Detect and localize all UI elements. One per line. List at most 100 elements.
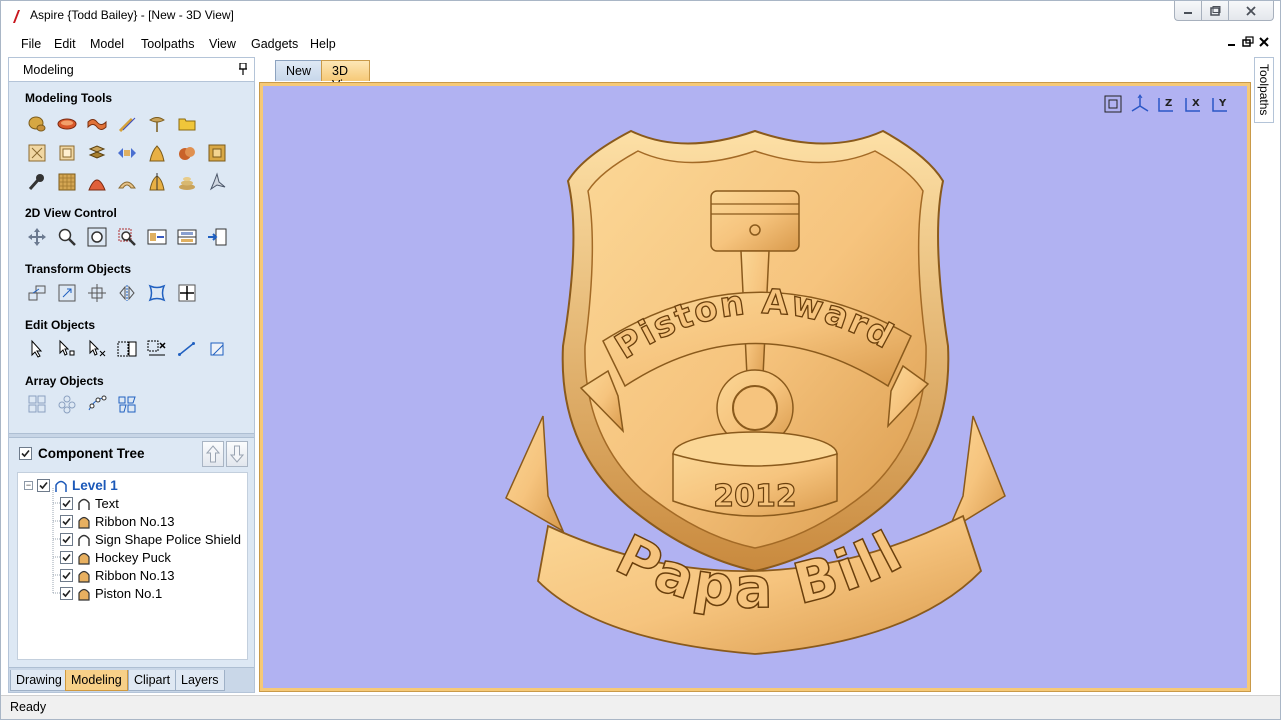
- view-split-tool[interactable]: [146, 226, 168, 248]
- minimize-icon: [1184, 11, 1192, 14]
- pan-tool[interactable]: [26, 226, 48, 248]
- transform-mode-tool[interactable]: [86, 338, 108, 360]
- tree-item[interactable]: Piston No.1: [60, 586, 162, 601]
- mdi-minimize-icon[interactable]: [1226, 36, 1238, 48]
- tree-item[interactable]: Ribbon No.13: [60, 514, 175, 529]
- scale-height-tool[interactable]: [146, 171, 168, 193]
- menu-edit[interactable]: Edit: [54, 37, 76, 51]
- sculpt-tool[interactable]: [26, 171, 48, 193]
- move-down-button[interactable]: [226, 441, 248, 467]
- mdi-close-icon[interactable]: [1258, 36, 1270, 48]
- fade-tool[interactable]: [146, 142, 168, 164]
- menu-view[interactable]: View: [209, 37, 236, 51]
- interactive-select-tool[interactable]: [116, 338, 138, 360]
- zero-plane-tool[interactable]: [56, 142, 78, 164]
- tilt-tool[interactable]: [176, 142, 198, 164]
- tree-level-row[interactable]: − Level 1: [24, 478, 118, 493]
- zoom-tool[interactable]: [56, 226, 78, 248]
- item-checkbox[interactable]: [60, 515, 73, 528]
- node-edit-tool[interactable]: [56, 338, 78, 360]
- select-tool[interactable]: [26, 338, 48, 360]
- item-checkbox[interactable]: [60, 497, 73, 510]
- tree-item[interactable]: Hockey Puck: [60, 550, 171, 565]
- 3d-view[interactable]: Z X Y Piston Award 2012 Papa Bill: [263, 86, 1247, 688]
- texture-area-tool[interactable]: [56, 171, 78, 193]
- tree-item[interactable]: Ribbon No.13: [60, 568, 175, 583]
- menu-gadgets[interactable]: Gadgets: [251, 37, 298, 51]
- view-sync-tool[interactable]: [206, 226, 228, 248]
- distort-objects-tool[interactable]: [146, 282, 168, 304]
- delete-tool[interactable]: [146, 338, 168, 360]
- menu-model[interactable]: Model: [90, 37, 124, 51]
- item-checkbox[interactable]: [60, 587, 73, 600]
- grid-copy-icon: [28, 395, 46, 413]
- component-outline-icon: [78, 534, 90, 546]
- zoom-to-fit-2d-tool[interactable]: [86, 226, 108, 248]
- component-texture-tool[interactable]: [26, 142, 48, 164]
- component-tree-checkbox[interactable]: [19, 447, 32, 460]
- tile-view-icon: [177, 229, 197, 245]
- two-rail-sweep-tool[interactable]: [86, 113, 108, 135]
- distort-tool[interactable]: [86, 142, 108, 164]
- create-dome-tool[interactable]: [116, 171, 138, 193]
- mirror-objects-tool[interactable]: [116, 282, 138, 304]
- nesting-tool[interactable]: [116, 393, 138, 415]
- tab-clipart[interactable]: Clipart: [128, 670, 177, 691]
- item-checkbox[interactable]: [60, 569, 73, 582]
- copy-along-vectors-tool[interactable]: [86, 393, 108, 415]
- smooth-tool[interactable]: [206, 171, 228, 193]
- component-filled-icon: [78, 588, 90, 601]
- offset-tool[interactable]: [206, 338, 228, 360]
- tree-item[interactable]: Text: [60, 496, 119, 511]
- arrow-up-icon: [206, 445, 220, 463]
- import-component-tool[interactable]: [146, 113, 168, 135]
- align-icon: [88, 284, 106, 302]
- set-size-tool[interactable]: [176, 282, 198, 304]
- maximize-button[interactable]: [1201, 1, 1228, 21]
- tab-modeling[interactable]: Modeling: [65, 670, 128, 691]
- tree-item[interactable]: Sign Shape Police Shield: [60, 532, 241, 547]
- menu-help[interactable]: Help: [310, 37, 336, 51]
- item-checkbox[interactable]: [60, 551, 73, 564]
- move-up-button[interactable]: [202, 441, 224, 467]
- view-tile-tool[interactable]: [176, 226, 198, 248]
- tab-3d-view[interactable]: 3D View: [321, 60, 370, 92]
- align-tool[interactable]: [86, 282, 108, 304]
- component-filled-icon: [78, 552, 90, 565]
- block-copy-tool[interactable]: [26, 393, 48, 415]
- open-clipart-tool[interactable]: [176, 113, 198, 135]
- collapse-icon[interactable]: −: [24, 481, 33, 490]
- slice-tool[interactable]: [176, 171, 198, 193]
- scale-tool[interactable]: [56, 282, 78, 304]
- level-checkbox[interactable]: [37, 479, 50, 492]
- edit-row: [26, 338, 228, 360]
- zoom-selection-tool[interactable]: [116, 226, 138, 248]
- pin-icon[interactable]: [239, 63, 247, 75]
- flatten-tool[interactable]: [86, 171, 108, 193]
- menu-toolpaths[interactable]: Toolpaths: [141, 37, 195, 51]
- add-border-tool[interactable]: [206, 142, 228, 164]
- mdi-restore-icon[interactable]: [1242, 36, 1254, 48]
- component-tree: − Level 1 Text Ribbon No.13 Sign Shape P…: [17, 472, 248, 660]
- dome-icon: [118, 181, 136, 189]
- move-tool[interactable]: [26, 282, 48, 304]
- measure-tool[interactable]: [176, 338, 198, 360]
- item-label: Piston No.1: [95, 586, 163, 601]
- circular-copy-tool[interactable]: [56, 393, 78, 415]
- tab-drawing[interactable]: Drawing: [10, 670, 68, 691]
- toolpaths-side-tab[interactable]: Toolpaths: [1254, 57, 1274, 123]
- minimize-button[interactable]: [1174, 1, 1201, 21]
- item-checkbox[interactable]: [60, 533, 73, 546]
- create-component-from-vectors-tool[interactable]: [116, 113, 138, 135]
- tab-new[interactable]: New: [275, 60, 323, 81]
- mirror-tool[interactable]: [116, 142, 138, 164]
- menu-file[interactable]: File: [21, 37, 41, 51]
- distort-icon: [88, 145, 106, 159]
- extrude-tool[interactable]: [56, 113, 78, 135]
- tab-layers[interactable]: Layers: [175, 670, 225, 691]
- panel-header: Modeling: [9, 58, 254, 82]
- create-shape-tool[interactable]: [26, 113, 48, 135]
- close-button[interactable]: [1228, 1, 1274, 21]
- status-text: Ready: [10, 700, 47, 714]
- piston-head: [710, 190, 800, 252]
